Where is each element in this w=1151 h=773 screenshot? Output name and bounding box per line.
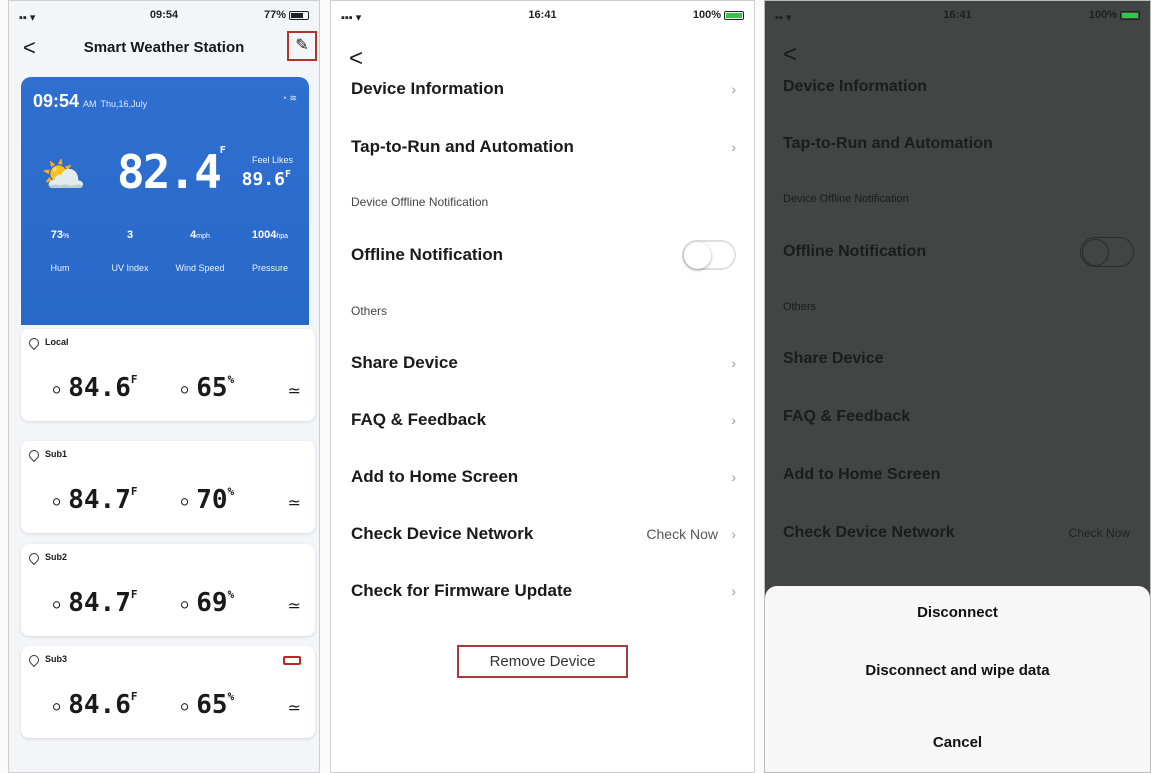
sensor-card-sub2[interactable]: Sub2 84.7F 69% ≃ [21,544,315,636]
page-title: Smart Weather Station [83,39,245,56]
sensor-humidity: 65% [181,690,234,720]
add-to-home-item[interactable]: Add to Home Screen › [351,457,736,497]
sensor-temperature: 84.6F [53,373,137,403]
disconnect-wipe-button[interactable]: Disconnect and wipe data [765,662,1150,679]
feels-like-label: Feel Likes [251,155,293,165]
sensor-humidity: 70% [181,485,234,515]
trend-chart-icon[interactable]: ≃ [288,493,301,513]
sensor-card-local[interactable]: Local 84.6F 65% ≃ [21,329,315,421]
others-section-header: Others [351,304,388,318]
weather-card[interactable]: 09:54 AM Thu,16,July ◔ ≋ ⛅ 82.4F Feel Like… [21,77,309,325]
low-battery-icon [283,656,301,665]
check-network-item[interactable]: Check Device Network Check Now [783,513,1134,553]
sensor-name: Sub2 [26,550,67,565]
faq-feedback-item[interactable]: FAQ & Feedback [783,397,1134,437]
battery-icon [1120,10,1140,20]
offline-notification-toggle[interactable] [682,240,736,270]
remove-device-button[interactable]: Remove Device [457,645,628,678]
sensor-temperature: 84.7F [53,588,137,618]
stat-pressure: 1004hpa Pressure [251,229,289,273]
faq-feedback-item[interactable]: FAQ & Feedback › [351,400,736,440]
trend-chart-icon[interactable]: ≃ [288,381,301,401]
sensor-name: Sub3 [26,652,67,667]
remove-device-sheet-screen: ▪▪ ▾ 16:41 100% < Device Information Tap… [764,0,1151,773]
battery-indicator: 77% [264,9,309,21]
edit-icon[interactable]: ✎ [287,31,317,61]
sensor-name: Sub1 [26,447,67,462]
status-bar: ▪▪▪ ▾ 16:41 100% [331,9,754,27]
status-bar: ▪▪ ▾ 09:54 77% [9,9,319,27]
others-section-header: Others [783,301,817,313]
check-now-label: Check Now [1068,526,1130,540]
weather-station-screen: ▪▪ ▾ 09:54 77% < Smart Weather Station ✎… [8,0,320,773]
nav-bar: < Smart Weather Station ✎ [9,31,319,63]
add-to-home-item[interactable]: Add to Home Screen [783,455,1134,495]
partly-cloudy-icon: ⛅ [41,154,86,195]
sensor-temperature: 84.6F [53,690,137,720]
offline-section-header: Device Offline Notification [783,193,909,205]
sensor-name: Local [26,335,69,350]
check-network-item[interactable]: Check Device Network Check Now › [351,514,736,554]
battery-indicator: 100% [1089,9,1140,21]
action-sheet: Disconnect Disconnect and wipe data Canc… [765,586,1150,772]
battery-indicator: 100% [693,9,744,21]
share-device-item[interactable]: Share Device [783,339,1134,379]
offline-notification-toggle[interactable] [1080,237,1134,267]
chevron-right-icon: › [731,81,736,97]
device-settings-screen: ▪▪▪ ▾ 16:41 100% < Device Information › T… [330,0,755,773]
tap-to-run-item[interactable]: Tap-to-Run and Automation › [351,127,736,167]
chevron-right-icon: › [731,583,736,599]
offline-notification-item: Offline Notification [351,235,736,275]
device-information-item[interactable]: Device Information › [351,69,736,109]
sensor-humidity: 69% [181,588,234,618]
chevron-right-icon: › [731,469,736,485]
device-information-item[interactable]: Device Information [783,67,1134,107]
weather-stats: 73% Hum 3 UV Index 4mph Wind Speed 1004hpa P… [25,229,305,273]
status-bar: ▪▪ ▾ 16:41 100% [765,9,1150,27]
current-temperature: 82.4F [117,145,226,199]
stat-wind-speed: 4mph Wind Speed [175,229,225,273]
wifi-icon: ◔ ≋ [281,93,297,103]
trend-chart-icon[interactable]: ≃ [288,698,301,718]
feels-like-value: 89.6F [241,169,291,190]
trend-chart-icon[interactable]: ≃ [288,596,301,616]
check-now-label: Check Now [646,526,718,542]
tap-to-run-item[interactable]: Tap-to-Run and Automation [783,124,1134,164]
sensor-card-sub3[interactable]: Sub3 84.6F 65% ≃ [21,646,315,738]
location-pin-icon [26,335,42,350]
cancel-button[interactable]: Cancel [765,734,1150,751]
location-pin-icon [26,447,42,462]
chevron-right-icon: › [731,412,736,428]
battery-icon [289,10,309,20]
chevron-right-icon: › [731,355,736,371]
location-pin-icon [26,652,42,667]
offline-notification-item: Offline Notification [783,232,1134,272]
chevron-right-icon: › [731,526,736,542]
sensor-humidity: 65% [181,373,234,403]
sensor-card-sub1[interactable]: Sub1 84.7F 70% ≃ [21,441,315,533]
weather-time: 09:54 AM Thu,16,July [33,91,148,111]
disconnect-button[interactable]: Disconnect [765,604,1150,621]
stat-humidity: 73% Hum [50,229,70,273]
location-pin-icon [26,550,42,565]
share-device-item[interactable]: Share Device › [351,343,736,383]
back-button[interactable]: < [783,41,797,69]
sensor-temperature: 84.7F [53,485,137,515]
offline-section-header: Device Offline Notification [351,195,489,209]
firmware-update-item[interactable]: Check for Firmware Update › [351,571,736,611]
status-time: 16:41 [528,9,557,21]
stat-uv-index: 3 UV Index [111,229,149,273]
chevron-right-icon: › [731,139,736,155]
battery-icon [724,10,744,20]
